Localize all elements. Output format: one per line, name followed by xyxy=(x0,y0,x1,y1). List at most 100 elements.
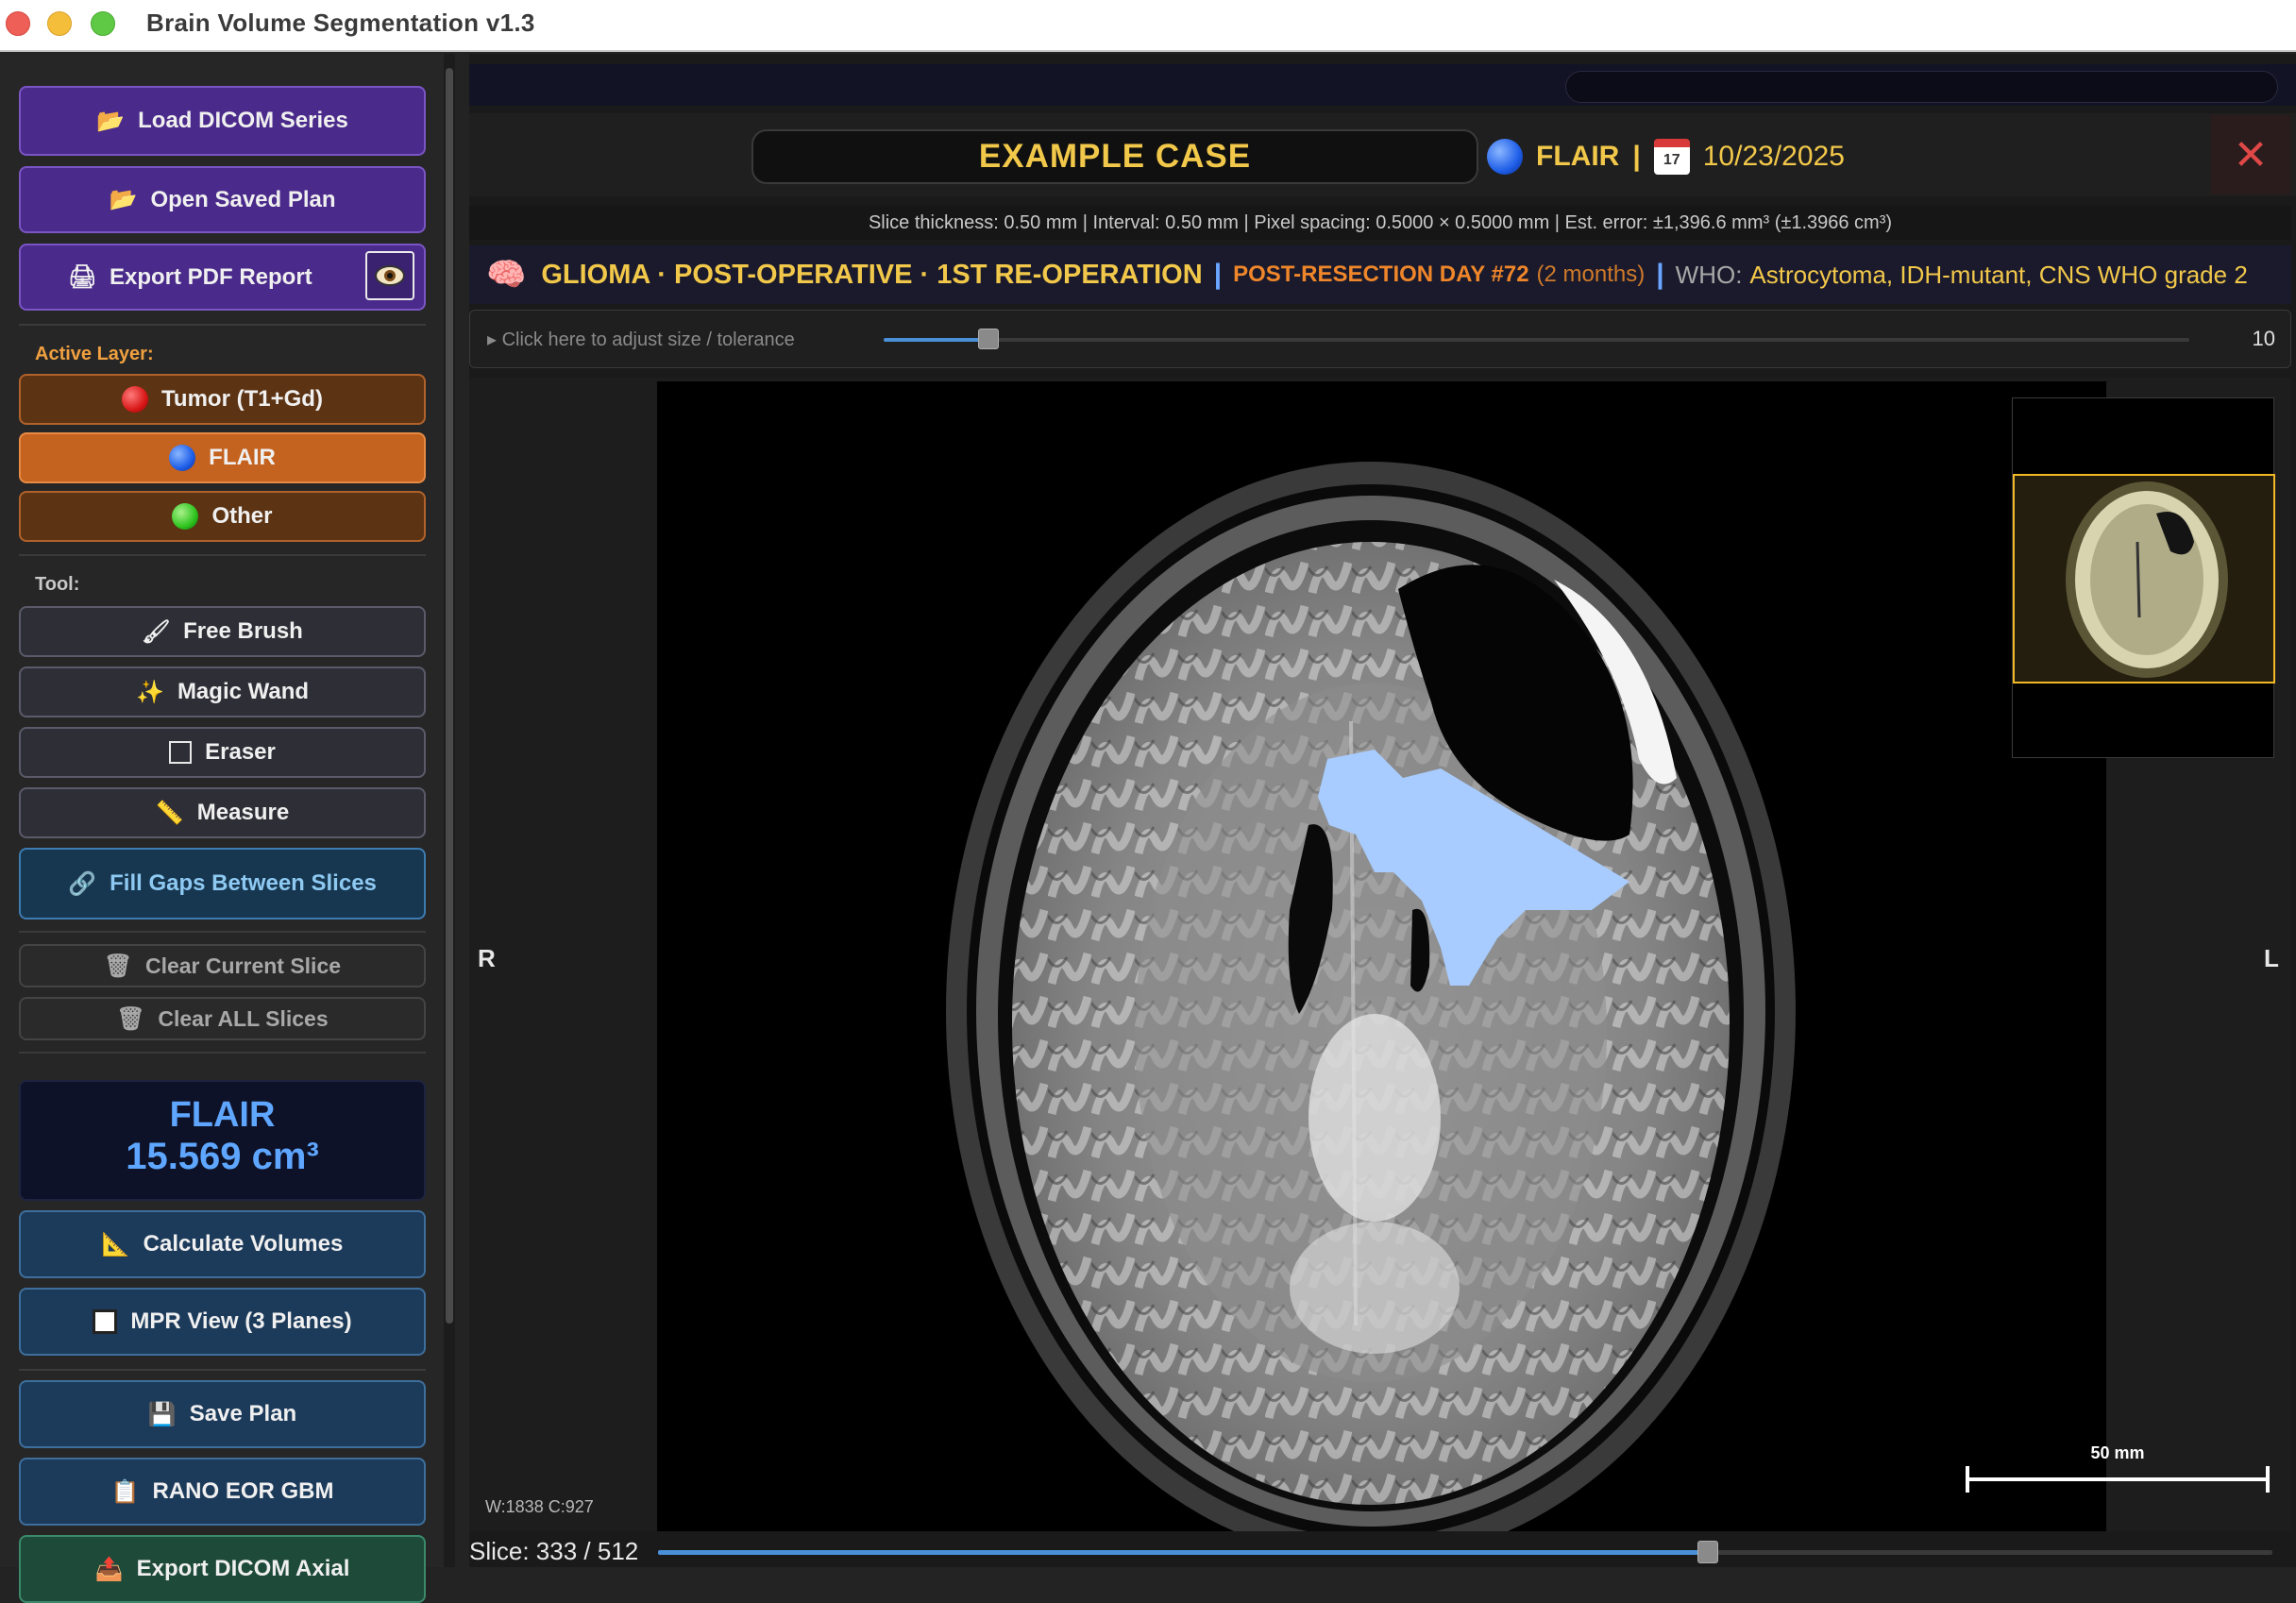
clear-current-label: Clear Current Slice xyxy=(144,953,342,978)
trash-icon: 🗑 xyxy=(116,1005,145,1032)
fill-gaps-label: Fill Gaps Between Slices xyxy=(110,870,377,896)
tool-magic-wand-button[interactable]: ✨ Magic Wand xyxy=(19,667,426,717)
header-sequence: FLAIR xyxy=(1536,141,1620,172)
window-zoom-button[interactable] xyxy=(91,11,115,36)
save-plan-button[interactable]: 💾 Save Plan xyxy=(19,1380,426,1448)
diagnosis-bar: 🧠 GLIOMA · POST-OPERATIVE · 1ST RE-OPERA… xyxy=(469,245,2291,304)
layer-flair-button[interactable]: FLAIR xyxy=(19,432,426,483)
close-case-button[interactable]: ✕ xyxy=(2211,115,2290,194)
diagnosis-separator: | xyxy=(1213,259,1223,290)
folder-icon: 📂 xyxy=(96,108,126,134)
mri-axial-image[interactable] xyxy=(657,381,2106,1531)
tolerance-slider[interactable] xyxy=(884,329,2189,349)
load-dicom-label: Load DICOM Series xyxy=(138,108,348,133)
preview-eye-button[interactable] xyxy=(365,251,414,300)
fill-gaps-button[interactable]: 🔗 Fill Gaps Between Slices xyxy=(19,848,426,920)
load-dicom-button[interactable]: 📂 Load DICOM Series xyxy=(19,86,426,156)
red-dot-icon xyxy=(122,386,149,413)
mpr-view-button[interactable]: MPR View (3 Planes) xyxy=(19,1288,426,1356)
tool-label: Tool: xyxy=(35,574,80,595)
triangle-ruler-icon: 📐 xyxy=(101,1231,130,1257)
slice-slider[interactable] xyxy=(658,1541,2272,1563)
mpr-view-label: MPR View (3 Planes) xyxy=(130,1308,352,1334)
folder-open-icon: 📂 xyxy=(109,187,138,212)
post-resection-day: POST-RESECTION DAY #72 xyxy=(1233,262,1529,287)
tool-free-brush-button[interactable]: 🖌 Free Brush xyxy=(19,606,426,657)
measure-label: Measure xyxy=(196,800,290,825)
who-label: WHO: xyxy=(1675,260,1743,289)
blue-dot-icon xyxy=(169,445,196,471)
window-minimize-button[interactable] xyxy=(47,11,72,36)
eraser-label: Eraser xyxy=(205,739,276,765)
link-icon: 🔗 xyxy=(68,870,97,897)
open-plan-button[interactable]: 📂 Open Saved Plan xyxy=(19,166,426,233)
volume-readout: FLAIR 15.569 cm³ xyxy=(19,1080,426,1201)
open-plan-label: Open Saved Plan xyxy=(150,186,336,212)
free-brush-label: Free Brush xyxy=(183,618,303,644)
header-date: 10/23/2025 xyxy=(1702,141,1845,172)
top-scrollbar[interactable] xyxy=(1565,71,2278,103)
sidebar-divider xyxy=(19,324,426,326)
floppy-disk-icon: 💾 xyxy=(147,1401,177,1427)
export-pdf-button[interactable]: 🖨 Export PDF Report xyxy=(19,244,426,311)
tool-eraser-button[interactable]: Eraser xyxy=(19,727,426,778)
who-value: Astrocytoma, IDH-mutant, CNS WHO grade 2 xyxy=(1749,260,2248,289)
tolerance-slider-fill xyxy=(884,338,988,342)
diagnosis-separator: | xyxy=(1656,259,1664,290)
slice-slider-handle[interactable] xyxy=(1697,1541,1719,1563)
sidebar-divider xyxy=(19,1369,426,1371)
case-name-field[interactable]: EXAMPLE CASE xyxy=(751,129,1478,184)
diagnosis-main: GLIOMA · POST-OPERATIVE · 1ST RE-OPERATI… xyxy=(541,259,1203,290)
clear-all-label: Clear ALL Slices xyxy=(158,1005,329,1031)
blue-dot-icon xyxy=(1487,139,1523,175)
post-resection-months: (2 months) xyxy=(1536,262,1646,287)
slice-slider-fill xyxy=(658,1550,1709,1555)
title-bar: Brain Volume Segmentation v1.3 xyxy=(0,0,2296,52)
orientation-right-label: R xyxy=(478,944,496,972)
thumbnail-viewport-frame[interactable] xyxy=(2013,474,2275,683)
trash-icon: 🗑 xyxy=(103,953,133,979)
window-level-readout: W:1838 C:927 xyxy=(485,1497,594,1516)
tolerance-control[interactable]: ▸ Click here to adjust size / tolerance … xyxy=(469,310,2291,368)
scale-bar-label: 50 mm xyxy=(2090,1443,2144,1462)
calculate-volumes-button[interactable]: 📐 Calculate Volumes xyxy=(19,1210,426,1278)
volume-value: 15.569 cm³ xyxy=(126,1136,319,1177)
thumbnail-navigator[interactable] xyxy=(2012,397,2275,758)
layer-flair-label: FLAIR xyxy=(209,445,276,470)
tolerance-value: 10 xyxy=(2252,327,2275,350)
clear-current-slice-button[interactable]: 🗑 Clear Current Slice xyxy=(19,944,426,987)
clear-all-slices-button[interactable]: 🗑 Clear ALL Slices xyxy=(19,997,426,1040)
layer-tumor-button[interactable]: Tumor (T1+Gd) xyxy=(19,374,426,425)
slice-label: Slice: 333 / 512 xyxy=(469,1537,639,1565)
sidebar-divider xyxy=(19,1052,426,1054)
square-icon xyxy=(169,741,193,764)
window-close-button[interactable] xyxy=(6,11,30,36)
sidebar-divider xyxy=(19,554,426,556)
volume-layer-name: FLAIR xyxy=(169,1095,276,1135)
save-plan-label: Save Plan xyxy=(189,1401,297,1426)
tolerance-hint[interactable]: ▸ Click here to adjust size / tolerance xyxy=(487,328,795,351)
header-separator: | xyxy=(1632,141,1641,172)
layer-other-label: Other xyxy=(211,503,273,529)
calendar-icon: 17 xyxy=(1653,139,1690,175)
header-sequence-info: FLAIR | 17 10/23/2025 xyxy=(1487,134,1845,179)
sparkles-icon: ✨ xyxy=(135,679,164,705)
window-title: Brain Volume Segmentation v1.3 xyxy=(146,8,535,37)
layer-other-button[interactable]: Other xyxy=(19,491,426,542)
rano-eor-button[interactable]: 📋 RANO EOR GBM xyxy=(19,1458,426,1526)
ruler-icon: 📏 xyxy=(155,800,184,826)
tolerance-slider-handle[interactable] xyxy=(977,329,999,349)
green-dot-icon xyxy=(172,503,199,530)
rano-eor-label: RANO EOR GBM xyxy=(152,1478,334,1504)
export-dicom-button[interactable]: 📤 Export DICOM Axial xyxy=(19,1535,426,1603)
layer-tumor-label: Tumor (T1+Gd) xyxy=(161,386,323,412)
orientation-left-label: L xyxy=(2264,944,2279,972)
brush-icon: 🖌 xyxy=(142,618,171,645)
active-layer-label: Active Layer: xyxy=(35,344,154,364)
slice-navigator: Slice: 333 / 512 xyxy=(469,1531,2296,1567)
scale-bar: 50 mm xyxy=(1966,1443,2270,1493)
printer-icon: 🖨 xyxy=(68,264,97,290)
tool-measure-button[interactable]: 📏 Measure xyxy=(19,787,426,838)
sidebar-scrollbar-thumb[interactable] xyxy=(446,68,453,1324)
calculate-volumes-label: Calculate Volumes xyxy=(143,1231,344,1257)
